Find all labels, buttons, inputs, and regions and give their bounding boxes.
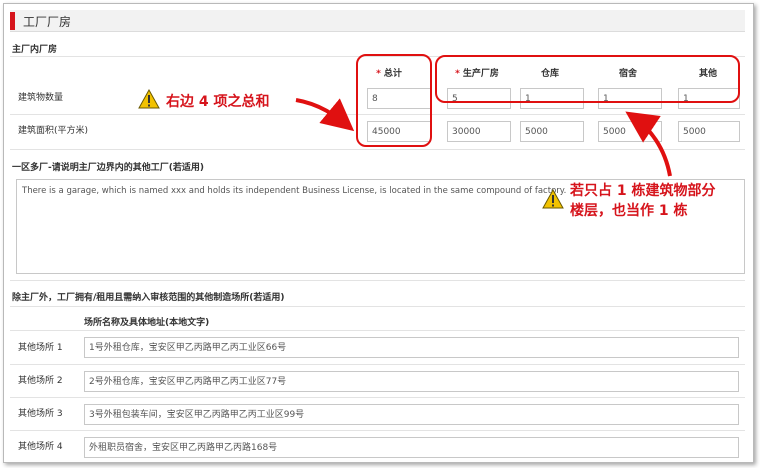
partial-building-annotation-line2: 楼层，也当作 1 栋 [570,203,688,219]
divider [10,149,745,150]
other-site-4-label: 其他场所 4 [18,442,63,452]
total-column-highlight [356,54,432,147]
divider [10,306,745,307]
sum-annotation: 右边 4 项之总和 [166,94,270,110]
building-area-other-input[interactable]: 5000 [678,121,740,142]
other-site-3-input[interactable]: 3号外租包装车间，宝安区甲乙丙路甲乙丙工业区99号 [84,404,739,425]
other-site-1-input[interactable]: 1号外租仓库，宝安区甲乙丙路甲乙丙工业区66号 [84,337,739,358]
building-area-production-input[interactable]: 30000 [447,121,511,142]
other-sites-label: 除主厂外，工厂拥有/租用且需纳入审核范围的其他制造场所(若适用) [12,293,285,303]
row-label-building-count: 建筑物数量 [18,93,64,103]
main-plant-label: 主厂内厂房 [12,45,58,55]
section-accent-bar [10,12,15,30]
divider [10,280,745,281]
other-site-2-label: 其他场所 2 [18,376,63,386]
warning-icon [138,89,160,109]
warning-icon [542,189,564,209]
divider [10,430,745,431]
building-area-warehouse-input[interactable]: 5000 [520,121,584,142]
other-factories-label: 一区多厂-请说明主厂边界内的其他工厂(若适用) [12,163,204,173]
divider [10,397,745,398]
divider [10,330,745,331]
other-site-3-label: 其他场所 3 [18,409,63,419]
other-site-1-label: 其他场所 1 [18,343,63,353]
building-area-dormitory-input[interactable]: 5000 [598,121,662,142]
subcategory-row-highlight [435,55,740,103]
other-site-2-input[interactable]: 2号外租仓库，宝安区甲乙丙路甲乙丙工业区77号 [84,371,739,392]
other-sites-column-header: 场所名称及具体地址(本地文字) [84,318,210,328]
other-site-4-input[interactable]: 外租职员宿舍，宝安区甲乙丙路甲乙丙路168号 [84,437,739,458]
divider [10,364,745,365]
section-header: 工厂厂房 [10,10,745,32]
row-label-building-area: 建筑面积(平方米) [18,126,89,136]
partial-building-annotation-line1: 若只占 1 栋建筑物部分 [570,183,716,199]
section-title: 工厂厂房 [23,15,72,29]
